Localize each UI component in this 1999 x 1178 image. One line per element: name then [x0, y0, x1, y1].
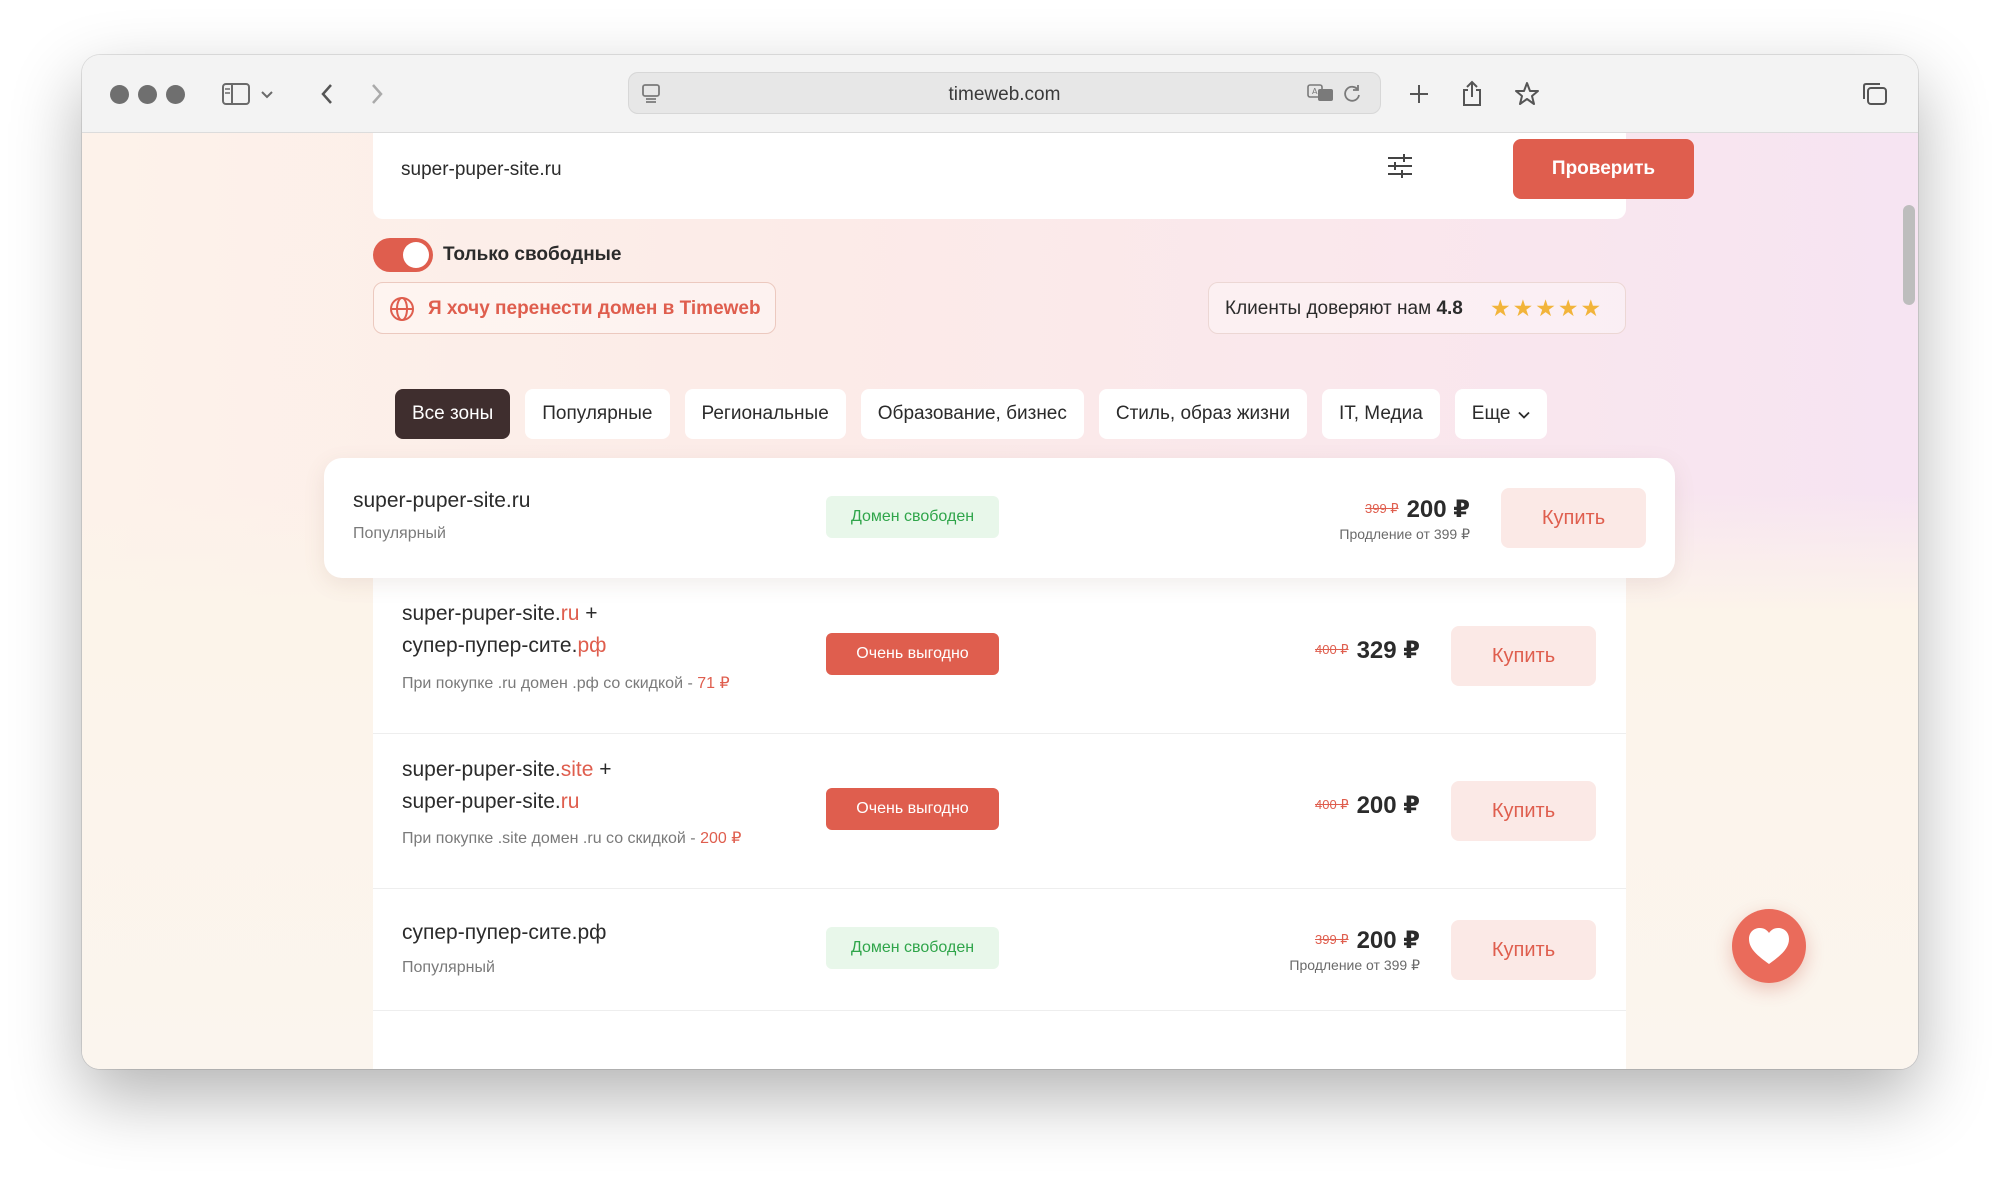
domain-search-input[interactable]: [401, 155, 1301, 185]
chevron-down-icon: [1518, 403, 1531, 425]
result-domain: супер-пупер-сите.рф: [402, 921, 607, 944]
old-price: 400 ₽: [1315, 797, 1349, 812]
tab-regional[interactable]: Региональные: [684, 389, 846, 439]
current-price: 200 ₽: [1356, 792, 1420, 819]
only-free-toggle[interactable]: [373, 238, 433, 272]
result-domain: super-puper-site.ru: [353, 489, 531, 512]
browser-toolbar: timeweb.com A: [82, 55, 1918, 133]
scrollbar-thumb[interactable]: [1903, 205, 1915, 305]
status-badge: Домен свободен: [826, 927, 999, 969]
result-price: 400 ₽ 329 ₽: [1315, 636, 1420, 665]
result-domain-line-1: super-puper-site.site +: [402, 754, 612, 786]
transfer-domain-button[interactable]: Я хочу перенести домен в Timeweb: [373, 282, 776, 334]
renewal-price: Продление от 399 ₽: [1289, 957, 1420, 973]
current-price: 200 ₽: [1356, 927, 1420, 954]
toggle-knob: [403, 242, 429, 268]
sliders-icon[interactable]: [1385, 151, 1415, 186]
domain-zone: ru: [560, 602, 580, 625]
current-price: 329 ₽: [1356, 637, 1420, 664]
result-price: 400 ₽ 200 ₽: [1315, 791, 1420, 820]
tab-style-lifestyle[interactable]: Стиль, образ жизни: [1098, 389, 1307, 439]
result-row-featured: super-puper-site.ru Популярный Домен сво…: [324, 458, 1675, 578]
domain-zone: site: [560, 758, 594, 781]
tab-more-label: Еще: [1471, 403, 1511, 424]
tab-overview-icon[interactable]: [1858, 77, 1892, 111]
bundle-description: При покупке .ru домен .рф со скидкой - 7…: [402, 673, 730, 693]
result-row: super-puper-site.ru + супер-пупер-сите.р…: [373, 578, 1626, 734]
domain-search-box: Проверить: [373, 133, 1694, 219]
old-price: 400 ₽: [1315, 642, 1349, 657]
domain-name: super-puper-site.: [402, 790, 561, 813]
forward-arrow-icon[interactable]: [360, 77, 394, 111]
domain-plus: +: [593, 758, 612, 781]
bundle-discount: 200 ₽: [700, 830, 742, 847]
new-tab-icon[interactable]: [1402, 77, 1436, 111]
result-domain-line-2: super-puper-site.ru: [402, 786, 579, 818]
current-price: 200 ₽: [1406, 496, 1470, 523]
tab-popular[interactable]: Популярные: [525, 389, 670, 439]
bookmark-star-icon[interactable]: [1510, 77, 1544, 111]
trust-rating-badge: Клиенты доверяют нам 4.8 ★★★★★: [1208, 282, 1626, 334]
result-category: Популярный: [353, 525, 446, 542]
bundle-text: При покупке .ru домен .рф со скидкой -: [402, 675, 698, 692]
chevron-down-icon[interactable]: [250, 77, 284, 111]
tab-education-business[interactable]: Образование, бизнес: [860, 389, 1084, 439]
globe-icon: [388, 295, 416, 328]
trust-label: Клиенты доверяют нам: [1225, 298, 1432, 319]
domain-zone: ru: [560, 790, 580, 813]
address-bar[interactable]: timeweb.com A: [628, 72, 1381, 114]
scrollbar[interactable]: [1900, 133, 1918, 1069]
buy-button[interactable]: Купить: [1451, 920, 1596, 980]
heart-chat-icon[interactable]: [1732, 909, 1806, 983]
tab-it-media[interactable]: IT, Медиа: [1321, 389, 1440, 439]
result-price: 399 ₽ 200 ₽ Продление от 399 ₽: [1339, 495, 1470, 543]
result-row: супер-пупер-сите.рф Популярный Домен сво…: [373, 889, 1626, 1011]
share-icon[interactable]: [1455, 77, 1489, 111]
old-price: 399 ₽: [1365, 501, 1399, 516]
reload-icon[interactable]: [1341, 82, 1363, 109]
domain-name: super-puper-site.: [402, 758, 561, 781]
buy-button[interactable]: Купить: [1501, 488, 1646, 548]
browser-window: timeweb.com A super-puper-site.ru Провер…: [82, 55, 1918, 1069]
result-row: super-puper-site.site + super-puper-site…: [373, 734, 1626, 889]
trust-rating-text: Клиенты доверяют нам 4.8: [1225, 298, 1463, 320]
url-text: timeweb.com: [948, 84, 1061, 105]
tab-all-zones[interactable]: Все зоны: [395, 389, 511, 439]
old-price: 399 ₽: [1315, 932, 1349, 947]
sidebar-toggle-icon[interactable]: [219, 77, 253, 111]
deal-badge: Очень выгодно: [826, 788, 999, 830]
domain-name: super-puper-site.: [402, 602, 561, 625]
result-category: Популярный: [402, 959, 495, 976]
domain-zone: рф: [577, 634, 607, 657]
translate-icon[interactable]: A: [1307, 82, 1335, 109]
only-free-label: Только свободные: [443, 244, 622, 265]
trust-rating-value: 4.8: [1436, 298, 1463, 319]
zoom-window-button[interactable]: [166, 85, 185, 104]
back-arrow-icon[interactable]: [310, 77, 344, 111]
buy-button[interactable]: Купить: [1451, 626, 1596, 686]
result-price: 399 ₽ 200 ₽ Продление от 399 ₽: [1289, 926, 1420, 974]
close-window-button[interactable]: [110, 85, 129, 104]
minimize-window-button[interactable]: [138, 85, 157, 104]
tab-more[interactable]: Еще: [1454, 389, 1548, 439]
zone-tabs: Все зоны Популярные Региональные Образов…: [395, 389, 1548, 439]
status-badge: Домен свободен: [826, 496, 999, 538]
deal-badge: Очень выгодно: [826, 633, 999, 675]
svg-text:A: A: [1312, 87, 1318, 96]
domain-plus: +: [579, 602, 598, 625]
bundle-description: При покупке .site домен .ru со скидкой -…: [402, 828, 741, 848]
check-domain-button[interactable]: Проверить: [1513, 139, 1694, 199]
domain-name: супер-пупер-сите.: [402, 634, 578, 657]
rating-stars-icon: ★★★★★: [1490, 295, 1604, 321]
bundle-text: При покупке .site домен .ru со скидкой -: [402, 830, 701, 847]
transfer-domain-label: Я хочу перенести домен в Timeweb: [428, 298, 761, 319]
result-domain-line-2: супер-пупер-сите.рф: [402, 630, 606, 662]
buy-button[interactable]: Купить: [1451, 781, 1596, 841]
page-content: Проверить Только свободные Я хочу перене…: [82, 133, 1918, 1069]
renewal-price: Продление от 399 ₽: [1339, 526, 1470, 542]
result-domain-line-1: super-puper-site.ru +: [402, 598, 598, 630]
bundle-discount: 71 ₽: [697, 675, 730, 692]
